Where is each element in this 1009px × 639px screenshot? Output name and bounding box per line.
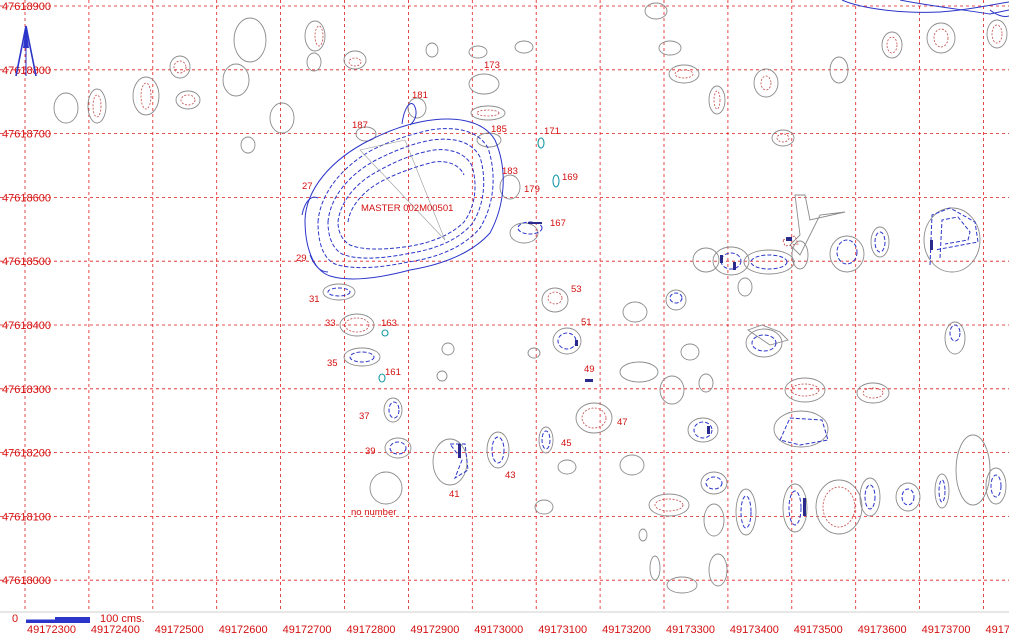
x-axis-label: 49173200 xyxy=(602,624,651,636)
x-axis-label: 49172900 xyxy=(410,624,459,636)
y-axis-label: 47618700 xyxy=(2,129,51,141)
x-axis-label: 49172600 xyxy=(219,624,268,636)
x-axis-label: 49172700 xyxy=(283,624,332,636)
feature-label: 47 xyxy=(617,417,628,428)
feature-label: 181 xyxy=(412,90,428,101)
feature-label: 37 xyxy=(359,411,370,422)
x-axis-label: 49173600 xyxy=(858,624,907,636)
y-axis-label: 47618000 xyxy=(2,575,51,587)
feature-label: 49 xyxy=(584,364,595,375)
feature-label: 43 xyxy=(505,470,516,481)
y-axis-labels: 4761890047618800476187004761860047618500… xyxy=(2,1,51,587)
feature-label: 31 xyxy=(309,294,320,305)
x-axis-label: 49172500 xyxy=(155,624,204,636)
feature-label: 187 xyxy=(352,120,368,131)
y-axis-label: 47618300 xyxy=(2,384,51,396)
scale-start-label: 0 xyxy=(12,613,18,625)
feature-label: 51 xyxy=(581,317,592,328)
x-axis-labels: 49172300 49172400 49172500 49172600 49172700… xyxy=(27,624,1009,636)
feature-label: 169 xyxy=(562,172,578,183)
x-axis-label: 49172400 xyxy=(91,624,140,636)
x-axis-label: 49173100 xyxy=(538,624,587,636)
feature-label: MASTER 002M00501 xyxy=(361,203,453,214)
y-axis-label: 47618500 xyxy=(2,256,51,268)
feature-label: 185 xyxy=(491,124,507,135)
stone-outlines xyxy=(53,2,1008,594)
x-axis-label: 49172300 xyxy=(27,624,76,636)
x-axis-label: 49173300 xyxy=(666,624,715,636)
y-axis-label: 47618900 xyxy=(2,1,51,13)
x-axis-label: 49172800 xyxy=(347,624,396,636)
y-axis-label: 47618200 xyxy=(2,448,51,460)
feature-label: no number xyxy=(351,507,396,518)
feature-label: 33 xyxy=(325,318,336,329)
feature-label: 161 xyxy=(385,367,401,378)
x-axis-label: 49173400 xyxy=(730,624,779,636)
grid-lines xyxy=(0,0,1009,613)
feature-label: 45 xyxy=(561,438,572,449)
feature-label: 171 xyxy=(544,126,560,137)
master-structure xyxy=(301,103,504,280)
teal-stones xyxy=(378,137,560,383)
feature-label: 27 xyxy=(302,181,313,192)
feature-label: 39 xyxy=(365,446,376,457)
x-axis-label: 49173500 xyxy=(794,624,843,636)
dark-marks xyxy=(458,222,933,516)
feature-label: 167 xyxy=(550,218,566,229)
feature-label: 183 xyxy=(502,166,518,177)
y-axis-label: 47618400 xyxy=(2,320,51,332)
feature-label: 35 xyxy=(327,358,338,369)
archaeological-site-plan: 181 173 187 185 171 183 169 179 27 MASTE… xyxy=(0,0,1009,639)
feature-label: 53 xyxy=(571,284,582,295)
x-axis-label: 49173700 xyxy=(922,624,971,636)
y-axis-label: 47618100 xyxy=(2,511,51,523)
feature-label: 41 xyxy=(449,489,460,500)
x-axis-label: 49173000 xyxy=(474,624,523,636)
feature-label: 173 xyxy=(484,60,500,71)
scale-end-label: 100 cms. xyxy=(100,613,145,625)
x-axis-label: 49173800 xyxy=(986,624,1009,636)
y-axis-label: 47618600 xyxy=(2,192,51,204)
feature-label: 179 xyxy=(524,184,540,195)
feature-label: 29 xyxy=(296,253,307,264)
feature-label: 163 xyxy=(381,318,397,329)
boundary-contour xyxy=(841,0,1009,17)
